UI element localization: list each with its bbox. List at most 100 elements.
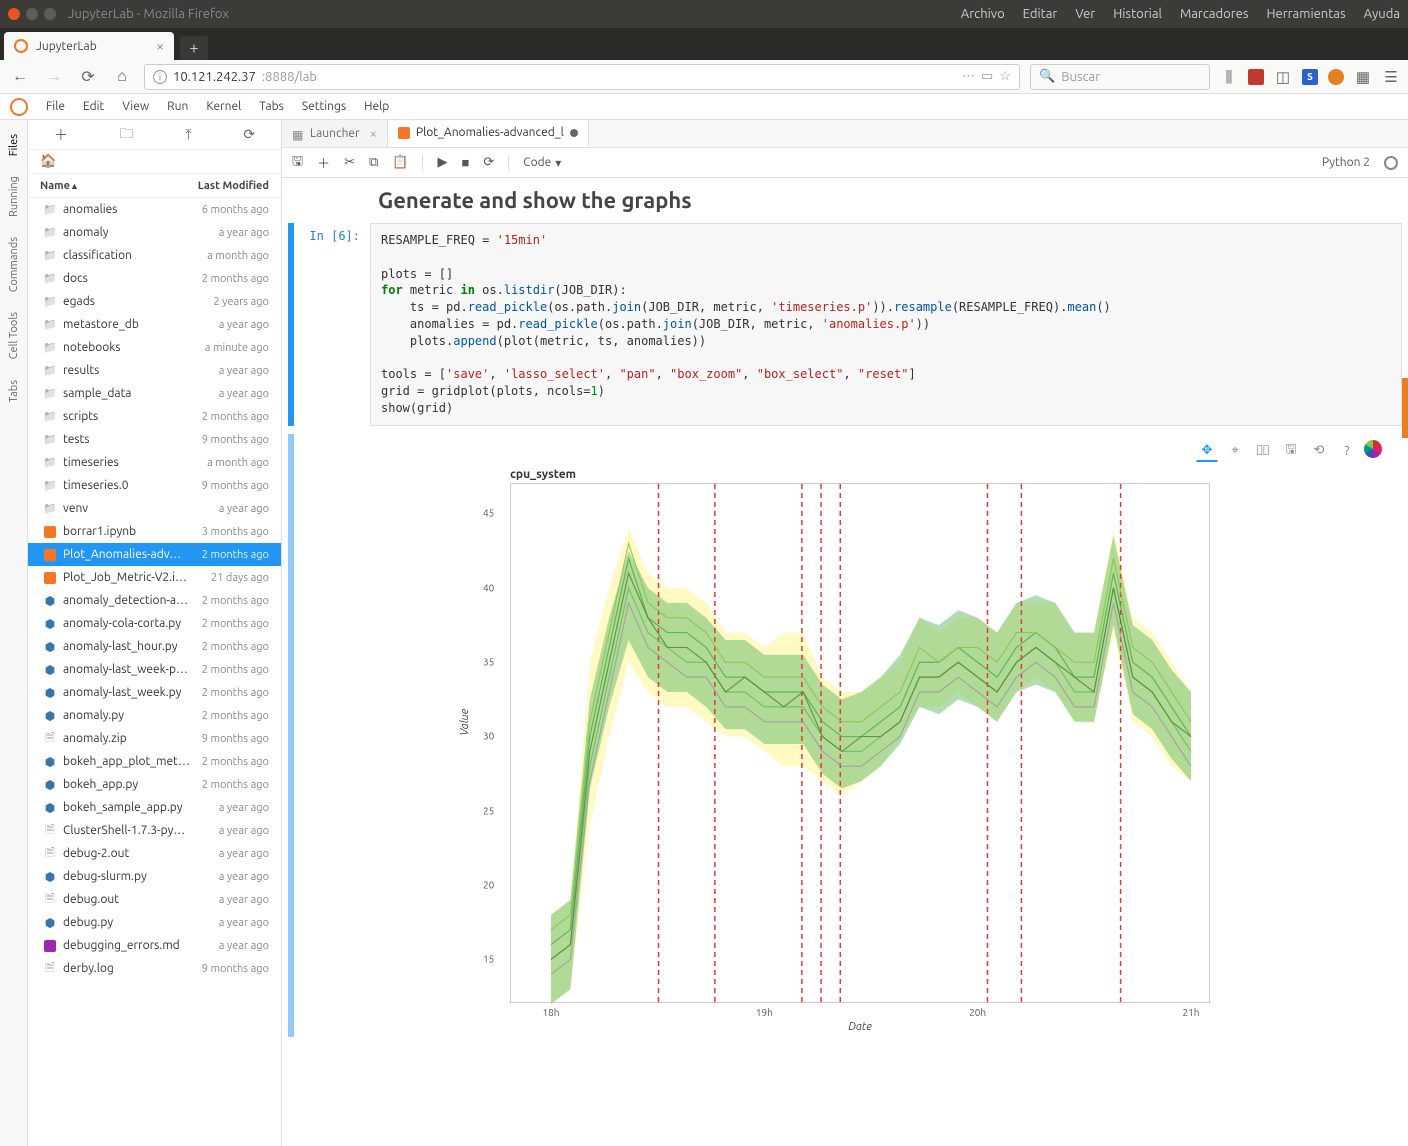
back-button[interactable]: ← — [8, 65, 32, 89]
breadcrumb[interactable]: 🏠 — [28, 150, 281, 174]
firefox-menu-marcadores[interactable]: Marcadores — [1180, 7, 1249, 21]
left-tab-tabs[interactable]: Tabs — [8, 370, 20, 413]
search-box[interactable]: 🔍 Buscar — [1030, 64, 1210, 90]
window-maximize-button[interactable] — [44, 8, 56, 20]
file-row[interactable]: debugging_errors.mda year ago — [28, 934, 281, 957]
save-icon[interactable]: 🖫 — [292, 152, 303, 174]
file-row[interactable]: ⬢bokeh_app.py2 months ago — [28, 773, 281, 796]
jlab-menu-settings[interactable]: Settings — [302, 100, 346, 113]
file-row[interactable]: ⬢anomaly-last_week.py2 months ago — [28, 681, 281, 704]
paste-icon[interactable]: 📋 — [392, 155, 408, 170]
new-folder-icon[interactable]: 🗀 — [120, 123, 134, 147]
file-row[interactable]: classificationa month ago — [28, 244, 281, 267]
doc-tab[interactable]: Plot_Anomalies-advanced_l — [388, 120, 589, 147]
save-tool-icon[interactable]: 🖫 — [1280, 440, 1302, 462]
jlab-menu-tabs[interactable]: Tabs — [259, 100, 284, 113]
home-button[interactable]: ⌂ — [110, 65, 134, 89]
stop-icon[interactable]: ■ — [461, 155, 469, 170]
file-row[interactable]: notebooksa minute ago — [28, 336, 281, 359]
window-close-button[interactable] — [8, 8, 20, 20]
pan-tool-icon[interactable]: ✥ — [1196, 440, 1218, 462]
bookmark-icon[interactable]: ☆ — [999, 69, 1011, 84]
doc-tab[interactable]: ▦Launcher× — [282, 120, 388, 147]
file-row[interactable]: ⬢anomaly-cola-corta.py2 months ago — [28, 612, 281, 635]
jlab-menu-file[interactable]: File — [46, 100, 65, 113]
run-icon[interactable]: ▶ — [437, 155, 447, 170]
file-row[interactable]: Plot_Anomalies-adv…2 months ago — [28, 543, 281, 566]
code-cell[interactable]: In [6]: RESAMPLE_FREQ = '15min' plots = … — [288, 223, 1402, 426]
file-row[interactable]: debug.outa year ago — [28, 888, 281, 911]
new-launcher-icon[interactable]: ＋ — [54, 125, 68, 145]
file-row[interactable]: anomalies6 months ago — [28, 198, 281, 221]
file-row[interactable]: ⬢bokeh_sample_app.pya year ago — [28, 796, 281, 819]
file-row[interactable]: debug-2.outa year ago — [28, 842, 281, 865]
cut-icon[interactable]: ✂ — [344, 155, 355, 170]
close-icon[interactable]: × — [370, 127, 377, 141]
file-row[interactable]: ⬢bokeh_app_plot_met…2 months ago — [28, 750, 281, 773]
file-row[interactable]: timeseries.09 months ago — [28, 474, 281, 497]
browser-tab[interactable]: JupyterLab × — [4, 32, 174, 60]
restart-icon[interactable]: ⟳ — [483, 155, 494, 170]
jlab-menu-help[interactable]: Help — [364, 100, 389, 113]
file-row[interactable]: timeseriesa month ago — [28, 451, 281, 474]
reset-tool-icon[interactable]: ⟲ — [1308, 440, 1330, 462]
help-tool-icon[interactable]: ? — [1336, 440, 1358, 462]
file-row[interactable]: anomalya year ago — [28, 221, 281, 244]
file-row[interactable]: ⬢anomaly-last_hour.py2 months ago — [28, 635, 281, 658]
file-row[interactable]: anomaly.zip9 months ago — [28, 727, 281, 750]
cell-type-select[interactable]: Code ▾ — [523, 156, 561, 170]
lasso-tool-icon[interactable]: ⌖ — [1224, 440, 1246, 462]
upload-icon[interactable]: ⤒ — [185, 126, 191, 143]
file-row[interactable]: sample_dataa year ago — [28, 382, 281, 405]
firefox-menu-ayuda[interactable]: Ayuda — [1364, 7, 1400, 21]
hamburger-icon[interactable]: ☰ — [1382, 68, 1400, 86]
left-tab-files[interactable]: Files — [8, 124, 20, 166]
ublock-icon[interactable] — [1248, 69, 1264, 85]
jlab-menu-edit[interactable]: Edit — [83, 100, 104, 113]
file-row[interactable]: resultsa year ago — [28, 359, 281, 382]
window-minimize-button[interactable] — [26, 8, 38, 20]
file-row[interactable]: Plot_Job_Metric-V2.i…21 days ago — [28, 566, 281, 589]
insert-cell-icon[interactable]: ＋ — [317, 153, 330, 172]
extension-box-icon[interactable]: ▦ — [1354, 68, 1372, 86]
home-icon[interactable]: 🏠 — [40, 154, 56, 169]
library-icon[interactable]: ⫼ — [1220, 68, 1238, 86]
firefox-menu-ver[interactable]: Ver — [1075, 7, 1095, 21]
jlab-menu-view[interactable]: View — [122, 100, 149, 113]
file-row[interactable]: scripts2 months ago — [28, 405, 281, 428]
reader-icon[interactable]: ▭ — [981, 69, 993, 84]
file-row[interactable]: docs2 months ago — [28, 267, 281, 290]
file-row[interactable]: metastore_dba year ago — [28, 313, 281, 336]
refresh-icon[interactable]: ⟳ — [243, 126, 255, 143]
jlab-menu-run[interactable]: Run — [167, 100, 188, 113]
firefox-menu-archivo[interactable]: Archivo — [961, 7, 1005, 21]
firefox-menu-historial[interactable]: Historial — [1113, 7, 1162, 21]
firefox-menu-herramientas[interactable]: Herramientas — [1266, 7, 1345, 21]
forward-button[interactable]: → — [42, 65, 66, 89]
file-row[interactable]: borrar1.ipynb3 months ago — [28, 520, 281, 543]
extension-s-icon[interactable]: S — [1302, 69, 1318, 85]
kernel-name[interactable]: Python 2 — [1322, 156, 1370, 169]
line-plot[interactable]: Value 1520253035404518h19h20h21h — [510, 483, 1210, 1003]
firefox-menu-editar[interactable]: Editar — [1023, 7, 1058, 21]
column-name[interactable]: Name — [40, 180, 70, 192]
jlab-menu-kernel[interactable]: Kernel — [206, 100, 241, 113]
file-row[interactable]: ⬢debug-slurm.pya year ago — [28, 865, 281, 888]
left-tab-cell-tools[interactable]: Cell Tools — [8, 302, 20, 369]
sort-icon[interactable]: ▲ — [70, 181, 79, 191]
extension-orange-icon[interactable] — [1328, 69, 1344, 85]
sidebar-icon[interactable]: ◫ — [1274, 68, 1292, 86]
reload-button[interactable]: ⟳ — [76, 65, 100, 89]
box-select-tool-icon[interactable]: ◻⃞ — [1252, 440, 1274, 462]
url-bar[interactable]: i 10.121.242.37:8888/lab ⋯ ▭ ☆ — [144, 64, 1020, 90]
copy-icon[interactable]: ⧉ — [369, 155, 378, 170]
left-tab-commands[interactable]: Commands — [8, 227, 20, 302]
file-row[interactable]: egads2 years ago — [28, 290, 281, 313]
kernel-status-icon[interactable] — [1384, 156, 1398, 170]
file-row[interactable]: ⬢anomaly.py2 months ago — [28, 704, 281, 727]
file-row[interactable]: derby.log9 months ago — [28, 957, 281, 980]
info-icon[interactable]: i — [153, 70, 167, 84]
code-editor[interactable]: RESAMPLE_FREQ = '15min' plots = [] for m… — [370, 223, 1402, 426]
new-tab-button[interactable]: + — [180, 36, 208, 60]
file-row[interactable]: ClusterShell-1.7.3-py…a year ago — [28, 819, 281, 842]
